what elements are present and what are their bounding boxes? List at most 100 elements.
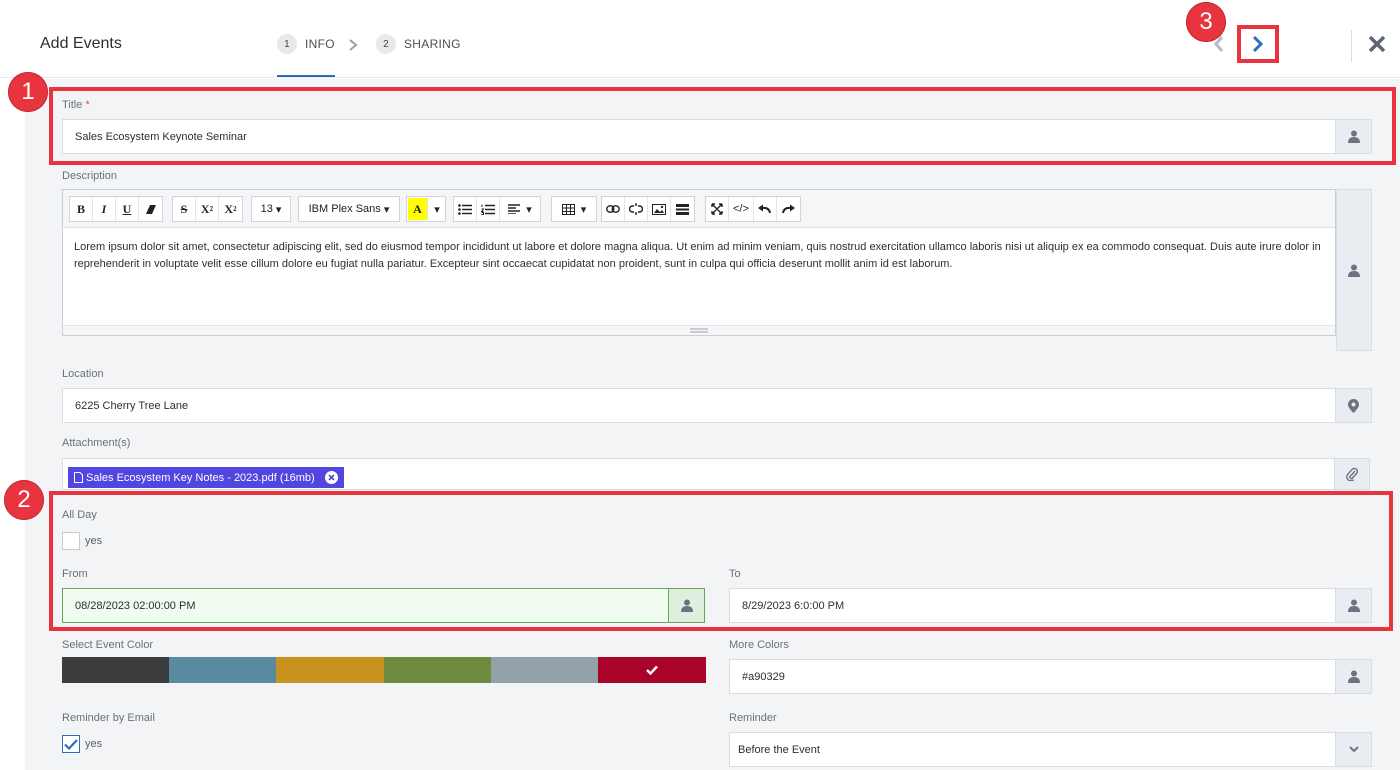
next-step-button[interactable]: [1237, 25, 1279, 63]
unlink-icon: [629, 203, 643, 215]
reminder-select[interactable]: Before the Event: [729, 732, 1372, 767]
color-swatch[interactable]: [276, 657, 385, 683]
redo-icon: [781, 204, 795, 214]
chevron-right-icon: [349, 39, 358, 51]
fullscreen-icon: [711, 203, 723, 215]
link-icon: [606, 205, 620, 213]
annotation-badge-1: 1: [8, 72, 48, 112]
modal-title: Add Events: [40, 35, 122, 52]
reminder-dropdown-button[interactable]: [1335, 733, 1371, 766]
step-info-tab[interactable]: 1 INFO: [277, 34, 335, 54]
paperclip-icon: [1346, 467, 1358, 481]
format-group: B I U: [69, 196, 163, 222]
reminder-email-checkbox[interactable]: [62, 735, 80, 753]
reminder-label: Reminder: [729, 712, 777, 724]
table-dropdown-button[interactable]: ▾: [552, 197, 596, 221]
eraser-icon: [145, 204, 156, 214]
color-swatch[interactable]: [62, 657, 170, 683]
link-button[interactable]: [602, 197, 625, 221]
numbered-list-icon: [481, 204, 495, 215]
step-sharing-tab[interactable]: 2 SHARING: [376, 34, 461, 54]
user-icon: [1348, 264, 1360, 277]
editor-toolbar: B I U S X2 X2 13 ▾ IBM Plex Sans ▾ A ▾ ▾…: [63, 190, 1335, 228]
image-button[interactable]: [648, 197, 671, 221]
bullet-list-button[interactable]: [454, 197, 477, 221]
align-dropdown-button[interactable]: ▾: [500, 197, 540, 221]
attach-button[interactable]: [1334, 458, 1370, 490]
attachments-label: Attachment(s): [62, 437, 131, 449]
color-swatch[interactable]: [383, 657, 492, 683]
color-swatch[interactable]: [169, 657, 278, 683]
location-label: Location: [62, 368, 104, 380]
dropdown-caret-icon: ▾: [383, 203, 390, 216]
attachment-filename[interactable]: Sales Ecosystem Key Notes - 2023.pdf (16…: [86, 472, 315, 484]
location-addon[interactable]: [1335, 389, 1371, 422]
font-size-value: 13: [260, 203, 273, 215]
description-editor[interactable]: B I U S X2 X2 13 ▾ IBM Plex Sans ▾ A ▾ ▾…: [62, 189, 1336, 336]
more-colors-value: #a90329: [742, 670, 785, 683]
italic-button[interactable]: I: [93, 197, 116, 221]
underline-button[interactable]: U: [116, 197, 139, 221]
file-icon: [74, 472, 83, 483]
step-label: INFO: [305, 37, 335, 51]
redo-button[interactable]: [777, 197, 800, 221]
annotation-badge-3: 3: [1186, 2, 1226, 42]
dropdown-caret-icon: ▾: [275, 203, 282, 216]
horizontal-rule-button[interactable]: [671, 197, 694, 221]
remove-attachment-icon[interactable]: [324, 471, 338, 484]
resize-handle[interactable]: [63, 325, 1335, 335]
chevron-down-icon: [1348, 746, 1359, 753]
more-colors-picker-button[interactable]: [1335, 660, 1371, 693]
eraser-button[interactable]: [139, 197, 162, 221]
description-label: Description: [62, 170, 118, 182]
color-swatch[interactable]: [490, 657, 599, 683]
more-colors-input[interactable]: #a90329: [729, 659, 1372, 694]
align-left-icon: [508, 204, 521, 214]
text-color-button[interactable]: A: [408, 198, 428, 220]
color-dropdown-button[interactable]: ▾: [429, 197, 445, 221]
next-step-icon: [1252, 35, 1264, 53]
annotation-box-dates: [49, 491, 1393, 631]
step-number: 2: [376, 34, 396, 54]
annotation-badge-2: 2: [4, 480, 44, 520]
superscript-button[interactable]: X2: [196, 197, 219, 221]
subscript-button[interactable]: X2: [219, 197, 242, 221]
description-text[interactable]: Lorem ipsum dolor sit amet, consectetur …: [74, 239, 1326, 273]
reminder-value: Before the Event: [738, 743, 820, 756]
numbered-list-button[interactable]: [477, 197, 500, 221]
bold-button[interactable]: B: [70, 197, 93, 221]
undo-icon: [758, 204, 772, 214]
view-group: </>: [705, 196, 801, 222]
font-family-select[interactable]: IBM Plex Sans ▾: [298, 196, 400, 222]
color-swatch[interactable]: [597, 657, 706, 683]
location-value: 6225 Cherry Tree Lane: [75, 399, 189, 412]
undo-button[interactable]: [754, 197, 777, 221]
horizontal-rule-icon: [676, 203, 689, 215]
font-size-select[interactable]: 13 ▾: [251, 196, 291, 222]
unlink-button[interactable]: [625, 197, 648, 221]
script-group: S X2 X2: [172, 196, 243, 222]
strikethrough-button[interactable]: S: [173, 197, 196, 221]
font-family-value: IBM Plex Sans: [308, 203, 381, 215]
code-view-button[interactable]: </>: [729, 197, 754, 221]
user-icon: [1347, 670, 1360, 683]
table-group: ▾: [551, 196, 597, 222]
bullet-list-icon: [458, 203, 472, 215]
close-icon[interactable]: [1366, 33, 1388, 55]
reminder-email-option-label: yes: [85, 738, 103, 750]
table-icon: [561, 203, 575, 215]
active-step-indicator: [277, 75, 335, 77]
color-group: A ▾: [406, 196, 446, 222]
step-number: 1: [277, 34, 297, 54]
image-icon: [652, 203, 666, 215]
attachment-chip: Sales Ecosystem Key Notes - 2023.pdf (16…: [68, 467, 344, 488]
fullscreen-button[interactable]: [706, 197, 729, 221]
checkmark-icon: [64, 738, 78, 750]
reminder-email-label: Reminder by Email: [62, 712, 155, 724]
annotation-box-title: [49, 87, 1396, 165]
location-input[interactable]: 6225 Cherry Tree Lane: [62, 388, 1372, 423]
grip-icon: [690, 328, 708, 333]
insert-group: [601, 196, 695, 222]
step-label: SHARING: [404, 37, 461, 51]
description-addon: [1336, 189, 1372, 351]
